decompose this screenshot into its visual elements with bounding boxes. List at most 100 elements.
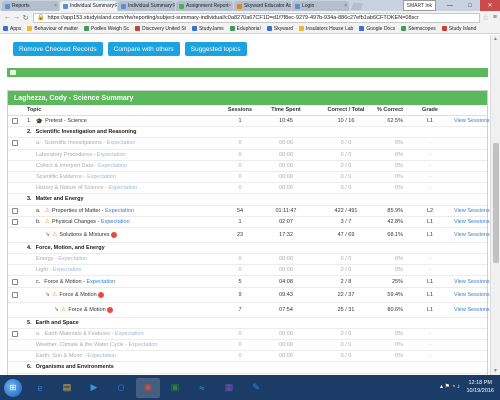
url-input[interactable]: 🔒 https://app153.studyisland.com/rfw/rep… [33,12,480,23]
tab-close-icon[interactable]: × [286,3,289,9]
expectation-link[interactable]: Expectation [98,163,127,169]
view-sessions-link[interactable]: View Sessions [454,217,490,227]
taskbar-clock[interactable]: 12:18 PM 10/19/2016 [466,379,494,395]
row-checkbox[interactable] [12,291,18,298]
remove-checked-records-button[interactable]: Remove Checked Records [13,42,103,56]
row-number: 3. [27,196,32,203]
percent-correct-cell: 0% [395,267,403,274]
window-controls: — □ ✕ [440,0,500,11]
bookmark-item[interactable]: Study Island [441,26,476,32]
grade-cell: L1 [426,218,434,225]
page-content: Remove Checked Records Compare with othe… [0,35,490,375]
expectation-link[interactable]: Expectation [107,140,136,146]
row-checkbox[interactable] [12,140,18,147]
bookmark-item[interactable]: Stemscopes [401,26,436,32]
folder-icon: ▤ [62,382,72,392]
bookmark-item[interactable]: Google Docs [359,26,395,32]
tab-close-icon[interactable]: × [170,3,173,9]
expectation-link[interactable]: Expectation [87,174,116,180]
bookmark-item[interactable]: Discovery United St [135,26,186,32]
view-sessions-link[interactable]: View Sessions [454,206,490,216]
bookmark-star-icon[interactable]: ☆ [483,14,489,22]
taskbar-app-button[interactable]: e [28,378,52,398]
compare-with-others-button[interactable]: Compare with others [107,42,180,56]
suggested-topics-button[interactable]: Suggested topics [184,42,247,56]
taskbar-app-button[interactable]: O [109,378,133,398]
collapsed-panel-bar[interactable] [7,68,488,77]
new-tab-button[interactable] [350,3,364,10]
row-checkbox[interactable] [12,218,18,225]
expectation-link[interactable]: Expectation [129,342,158,348]
topic-cell: Weather, Climate & the Water Cycle - Exp… [36,340,157,350]
tab-close-icon[interactable]: × [54,3,57,9]
minimize-button[interactable]: — [440,0,460,11]
tab-close-icon[interactable]: × [228,3,231,9]
sessions-cell: 9 [238,291,242,298]
grade-cell: L2 [426,207,434,214]
bookmark-item[interactable]: Skyward [266,26,293,32]
scroll-down-icon[interactable]: ▼ [493,368,498,374]
row-checkbox[interactable] [12,118,18,125]
expectation-link[interactable]: Expectation [87,353,116,359]
row-number: a. [36,207,41,214]
view-sessions-link[interactable]: View Sessions [454,276,490,286]
row-checkbox[interactable] [12,207,18,214]
view-sessions-link[interactable]: View Sessions [454,288,490,302]
reload-icon[interactable]: ↻ [21,14,30,22]
view-sessions-link[interactable]: View Sessions [454,303,490,317]
taskbar-app-button[interactable]: ▣ [163,378,187,398]
row-checkbox[interactable] [12,278,18,285]
tab-favicon-icon [63,3,68,9]
page-scrollbar[interactable]: ▲ ▼ [490,35,500,375]
taskbar-app-button[interactable]: ◉ [136,377,160,398]
taskbar-app-button[interactable]: ▦ [217,378,241,398]
bookmark-item[interactable]: Apps [3,26,21,32]
taskbar-app-button[interactable]: ≈ [190,378,214,398]
tab-close-icon[interactable]: × [112,3,115,9]
table-body: 1. 🎓 Pretest - Science 1 10:45 10 / 16 62.5% L1… [8,116,490,374]
bookmark-item[interactable]: Insulators House Lab [299,26,353,32]
topic-name: Properties of Matter [51,207,101,214]
browser-tab[interactable]: Reports × [2,1,59,11]
browser-tab[interactable]: Individual Summary R × [118,1,175,11]
apple-icon [97,291,104,298]
expectation-link[interactable]: Expectation [58,256,87,262]
expectation-link[interactable]: Expectation [86,279,115,285]
expectation-link[interactable]: Expectation [97,152,126,158]
scroll-up-icon[interactable]: ▲ [493,36,498,42]
bookmark-label: Apps [10,25,22,32]
back-arrow-icon[interactable]: ← [3,14,12,21]
taskbar-app-button[interactable]: ▤ [55,378,79,398]
browser-tab[interactable]: Login × [292,1,349,11]
expectation-link[interactable]: Expectation [105,208,134,214]
browser-menu-icon[interactable]: ≡ [493,14,497,21]
expectation-link[interactable]: Expectation [115,331,144,337]
taskbar-app-button[interactable]: ▶ [82,378,106,398]
forward-arrow-icon[interactable]: → [12,14,21,21]
bookmark-item[interactable]: Podles Weigh Sc [84,26,129,32]
browser-tab[interactable]: Individual Summary R × [60,1,117,11]
bookmark-item[interactable]: Behaviour of matter [27,26,78,32]
view-sessions-link[interactable]: View Sessions [454,228,490,242]
topic-cell: Earth, Sun & Moon - Expectation [36,351,116,361]
percent-correct-cell: 0% [395,140,403,147]
expectation-link[interactable]: Expectation [53,267,82,273]
time-spent-cell: 00:00 [279,330,293,337]
view-sessions-link[interactable]: View Sessions [454,116,490,126]
tray-icons[interactable]: ▴ ⚑ ◔ ♪ [440,383,460,390]
maximize-button[interactable]: □ [460,0,480,11]
smart-ink-label[interactable]: SMART Ink [402,0,436,11]
row-checkbox[interactable] [12,330,18,337]
bookmark-item[interactable]: Eduphoria! [229,26,261,32]
taskbar-app-button[interactable]: ✎ [244,378,268,398]
tab-close-icon[interactable]: × [344,3,347,9]
tab-label: Skyward Educator Ac [244,3,291,9]
start-button[interactable]: ⊞ [4,378,22,397]
scrollbar-thumb[interactable] [493,143,499,263]
bookmark-item[interactable]: StudyJams [191,26,224,32]
close-window-button[interactable]: ✕ [480,0,500,11]
expectation-link[interactable]: Expectation [101,219,130,225]
browser-tab[interactable]: Assignment Report × [176,1,233,11]
expectation-link[interactable]: Expectation [108,185,137,191]
browser-tab[interactable]: Skyward Educator Ac × [234,1,291,11]
